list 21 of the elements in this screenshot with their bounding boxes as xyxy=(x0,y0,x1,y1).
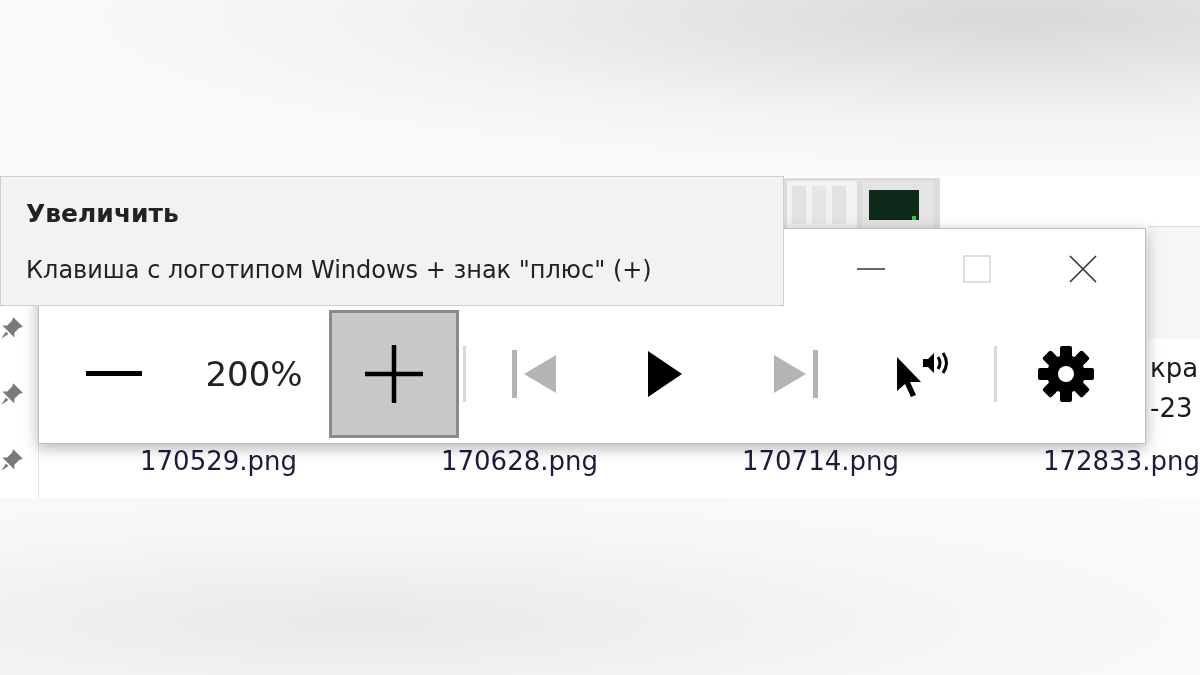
skip-forward-icon xyxy=(772,350,818,398)
minimize-icon xyxy=(857,268,885,270)
file-name[interactable]: 172833.png xyxy=(1042,446,1200,476)
tooltip-title: Увеличить xyxy=(26,198,180,228)
file-name[interactable]: 170628.png xyxy=(441,446,598,476)
zoom-level: 200% xyxy=(204,354,304,394)
file-name[interactable]: 170714.png xyxy=(741,446,899,476)
plus-icon xyxy=(365,345,423,403)
play-icon xyxy=(648,351,682,397)
minus-icon xyxy=(86,371,142,377)
pin-icon xyxy=(0,448,24,472)
file-name[interactable]: 170529.png xyxy=(140,446,297,476)
file-name-fragment: -23 xyxy=(1150,392,1194,425)
pin-icon xyxy=(0,316,24,340)
tooltip-shortcut: Клавиша с логотипом Windows + знак "плюс" (+) xyxy=(26,255,653,284)
skip-back-icon xyxy=(512,350,558,398)
file-name-fragment: кра xyxy=(1150,352,1199,385)
settings-icon xyxy=(1038,346,1094,402)
close-icon xyxy=(1069,255,1097,283)
pin-icon xyxy=(0,382,24,406)
zoom-in-button[interactable] xyxy=(329,310,459,438)
